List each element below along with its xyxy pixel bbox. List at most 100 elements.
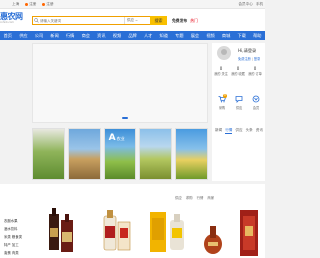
news-tabs: 新闻 行情 供应 头条 资讯 (215, 128, 263, 134)
nav-item[interactable]: 展会 (187, 33, 203, 39)
shortcut-purchase[interactable]: 0 采购 (215, 94, 229, 110)
nav-item[interactable]: 下载 (234, 33, 250, 39)
mobile-link[interactable]: 手机 (256, 2, 263, 7)
login-link[interactable]: 登录 (254, 57, 260, 61)
register-link-2[interactable]: 注册 (42, 2, 54, 7)
promo-images: A 农业 (32, 128, 208, 180)
category-tab[interactable]: 商家 (207, 195, 214, 200)
search-bar: 供应 (32, 16, 167, 25)
category-list: 农副水果 酒水饮料 米类 粮食类 特产 加工 禽蛋 肉类 (4, 217, 22, 257)
hot-link[interactable]: 热门 (190, 18, 198, 24)
nav-item[interactable]: 商城 (218, 33, 234, 39)
register-link-panel[interactable]: 免费注册 (238, 57, 251, 61)
stat-orders-label: 我的 订单 (248, 72, 262, 76)
location-link[interactable]: 上海 (12, 2, 19, 7)
register-icon (25, 2, 29, 6)
nav-item[interactable]: 知道 (156, 33, 172, 39)
cart-icon: 0 (218, 94, 227, 103)
product-image[interactable] (33, 206, 81, 258)
chevron-down-icon (135, 19, 138, 22)
stat-favorites[interactable]: 0 我的 收藏 (230, 66, 246, 76)
welcome-text: Hi,请登录 (238, 48, 257, 53)
header: 惠农网 cnhnb.com 供应 搜索 免费发布 热门 (0, 9, 265, 31)
nav-item[interactable]: 视频 (203, 33, 219, 39)
nav-item[interactable]: 新闻 (47, 33, 63, 39)
news-panel: 新闻 行情 供应 头条 资讯 (212, 123, 265, 181)
register-label: 注册 (29, 2, 37, 6)
product-image[interactable] (86, 206, 136, 258)
top-bar-left: 上海 注册 注册 (12, 2, 54, 7)
promo-image[interactable] (139, 128, 173, 180)
search-icon (33, 17, 40, 24)
stat-orders[interactable]: 0 我的 订单 (247, 66, 263, 76)
news-tab[interactable]: 资讯 (256, 128, 263, 134)
promo-image[interactable] (175, 128, 208, 180)
auth-separator: | (251, 57, 253, 61)
product-image[interactable] (199, 206, 235, 258)
category-item[interactable]: 特产 加工 (4, 241, 22, 249)
category-item[interactable]: 酒水饮料 (4, 225, 22, 233)
promo-image[interactable]: A 农业 (103, 128, 137, 180)
nav-item[interactable]: 品牌 (125, 33, 141, 39)
member-icon (252, 95, 260, 103)
member-center-link[interactable]: 会员中心 (238, 2, 252, 7)
page: 上海 注册 注册 会员中心 手机 惠农网 cnhnb.com 供应 搜索 免费发… (0, 0, 265, 258)
promo-image-title: A (108, 133, 116, 143)
promo-image[interactable] (32, 128, 65, 180)
header-links: 免费发布 热门 (172, 18, 198, 24)
shortcut-member[interactable]: 会员 (249, 95, 263, 110)
nav-item[interactable]: 帮助 (250, 33, 266, 39)
shortcut-member-label: 会员 (252, 106, 260, 110)
product-image[interactable] (144, 206, 194, 258)
logo-text: 惠农网 (0, 12, 23, 21)
nav-item[interactable]: 首页 (0, 33, 16, 39)
hero-banner[interactable] (32, 43, 208, 123)
category-tab[interactable]: 求购 (186, 195, 193, 200)
register-icon-2 (42, 2, 46, 6)
stat-favorites-label: 我的 收藏 (231, 72, 245, 76)
auth-links: 免费注册 | 登录 (238, 56, 260, 61)
search-button[interactable]: 搜索 (150, 16, 167, 25)
category-item[interactable]: 农副水果 (4, 217, 22, 225)
stat-follow-label: 我的 关注 (214, 72, 228, 76)
search-category-label: 供应 (127, 18, 134, 22)
category-tab[interactable]: 供应 (175, 195, 182, 200)
category-item[interactable]: 禽蛋 肉类 (4, 249, 22, 257)
category-tab[interactable]: 行情 (197, 195, 204, 200)
carousel-dot-active[interactable] (122, 117, 128, 119)
user-panel: Hi,请登录 免费注册 | 登录 0 我的 关注 0 我的 收藏 0 我的 订单… (212, 43, 265, 123)
category-tabs: 供应 求购 行情 商家 (175, 195, 214, 200)
top-bar-right: 会员中心 手机 (238, 2, 263, 7)
news-tab-active[interactable]: 行情 (225, 128, 233, 134)
cart-badge: 0 (223, 94, 227, 98)
nav-item[interactable]: 商会 (78, 33, 94, 39)
search-input[interactable] (40, 17, 124, 24)
nav-item[interactable]: 行情 (62, 33, 78, 39)
avatar[interactable] (217, 46, 231, 60)
category-item[interactable]: 米类 粮食类 (4, 233, 22, 241)
nav-item[interactable]: 公司 (31, 33, 47, 39)
shortcut-purchase-label: 采购 (218, 106, 226, 110)
nav-item[interactable]: 视频 (109, 33, 125, 39)
search-category-select[interactable]: 供应 (124, 17, 146, 24)
category-section: 供应 求购 行情 商家 农副水果 酒水饮料 米类 粮食类 特产 加工 禽蛋 肉类 (0, 184, 265, 258)
promo-image[interactable] (67, 128, 101, 180)
publish-link[interactable]: 免费发布 (172, 18, 187, 24)
register-link[interactable]: 注册 (25, 2, 36, 7)
nav-item[interactable]: 资讯 (94, 33, 110, 39)
stat-follow[interactable]: 0 我的 关注 (213, 66, 229, 76)
top-bar: 上海 注册 注册 会员中心 手机 (0, 0, 265, 9)
news-tab[interactable]: 头条 (246, 128, 253, 134)
nav-item[interactable]: 人才 (140, 33, 156, 39)
shortcut-supply[interactable]: 供应 (232, 95, 246, 110)
logo-subtext: cnhnb.com (0, 21, 14, 24)
chat-icon (235, 95, 243, 103)
shortcut-supply-label: 供应 (235, 106, 243, 110)
news-tab[interactable]: 新闻 (215, 128, 222, 134)
register-label-2: 注册 (46, 2, 54, 6)
product-image[interactable] (238, 206, 260, 258)
site-logo[interactable]: 惠农网 cnhnb.com (0, 13, 26, 27)
news-tab[interactable]: 供应 (235, 128, 242, 134)
nav-item[interactable]: 专题 (172, 33, 188, 39)
nav-item[interactable]: 供应 (16, 33, 32, 39)
